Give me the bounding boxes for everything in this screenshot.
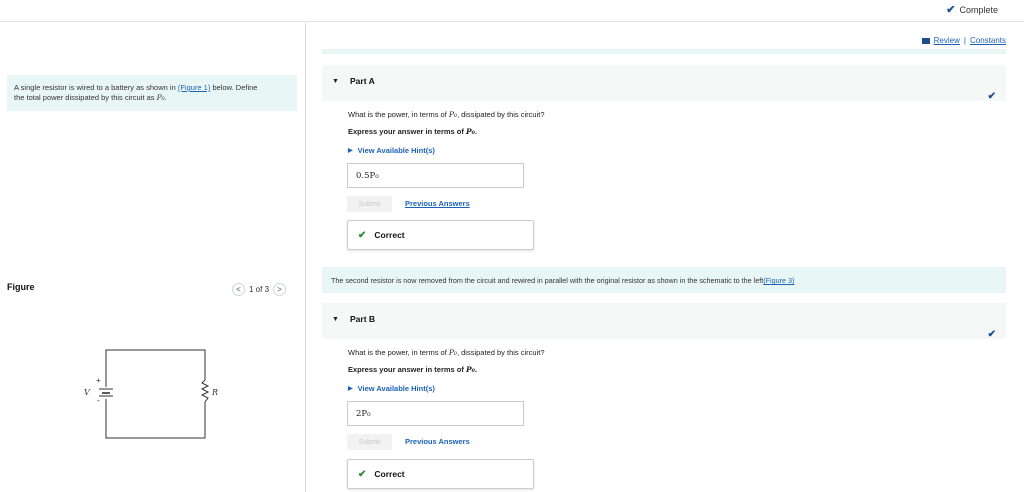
correct-check-icon: ✔ [358,229,367,241]
battery-minus: - [97,396,100,405]
constants-link[interactable]: Constants [970,36,1006,45]
question-suffix: , dissipated by this circuit? [456,348,545,357]
expand-triangle-icon: ▶ [348,386,353,392]
part-a-hints-toggle[interactable]: ▶ View Available Hint(s) [348,146,435,155]
pager-count: 1 of 3 [249,285,270,294]
review-link[interactable]: Review [934,36,960,45]
resistor-label: R [211,388,218,397]
expand-triangle-icon: ▶ [348,148,353,154]
toolbar-separator: | [963,36,966,45]
collapse-triangle-icon[interactable]: ▼ [332,78,339,85]
part-b-express: Express your answer in terms of P₀. [348,365,478,374]
completion-status-label: Complete [959,4,998,15]
express-prefix: Express your answer in terms of [348,365,464,374]
battery-plus: + [96,376,101,385]
part-b-submit-button[interactable]: Submit [347,434,392,450]
part-b-question: What is the power, in terms of P₀, dissi… [348,348,545,357]
figure-heading: Figure [7,282,35,292]
question-prefix: What is the power, in terms of [348,348,447,357]
p0-symbol: P₀ [156,93,165,102]
question-prefix: What is the power, in terms of [348,110,447,119]
part-b-previous-answers-link[interactable]: Previous Answers [405,437,470,446]
part-a-title: Part A [350,76,375,86]
p0-symbol: P₀ [465,127,475,136]
figure-3-link[interactable]: (Figure 3) [763,276,794,285]
figure-1-link[interactable]: (Figure 1) [178,83,211,92]
banner-text: The second resistor is now removed from … [331,276,764,285]
part-b-answer-field[interactable]: 2P₀ [347,401,524,426]
part-a-check-icon: ✔ [987,91,996,102]
question-suffix: , dissipated by this circuit? [456,110,545,119]
hint-label: View Available Hint(s) [357,146,435,155]
part-b-feedback: ✔ Correct [347,459,534,489]
part-a-question: What is the power, in terms of P₀, dissi… [348,110,545,119]
correct-label: Correct [374,230,405,240]
right-toolbar: Review | Constants [322,32,1006,54]
problem-intro: A single resistor is wired to a battery … [7,75,297,111]
review-constants: Review | Constants [921,36,1006,45]
p0-symbol: P₀ [448,110,457,119]
review-icon [921,37,930,44]
part-b-header[interactable]: ▼ Part B ✔ [322,303,1006,340]
p0-symbol: P₀ [465,365,475,374]
circuit-diagram: + - V R [84,349,218,439]
intro-text: A single resistor is wired to a battery … [14,83,176,92]
part-b-title: Part B [350,314,376,324]
part-b-hints-toggle[interactable]: ▶ View Available Hint(s) [348,384,435,393]
part-a-submit-button[interactable]: Submit [347,196,392,212]
info-banner: The second resistor is now removed from … [322,267,1006,293]
next-figure-button[interactable]: > [273,283,287,296]
check-icon: ✔ [946,4,956,16]
voltage-label: V [84,388,91,397]
intro-text-2: below. Define [212,83,258,92]
part-a-answer-field[interactable]: 0.5P₀ [347,163,524,188]
hint-label: View Available Hint(s) [357,384,435,393]
collapse-triangle-icon[interactable]: ▼ [332,316,339,323]
p0-symbol: P₀ [448,348,457,357]
correct-check-icon: ✔ [358,468,367,480]
previous-figure-button[interactable]: < [232,283,245,296]
intro-line-2: the total power dissipated by this circu… [14,93,155,102]
part-a-express: Express your answer in terms of P₀. [348,127,478,136]
figure-pager: < 1 of 3 > [232,283,287,296]
part-a-header[interactable]: ▼ Part A ✔ [322,65,1006,102]
panel-divider[interactable] [305,23,306,492]
part-a-feedback: ✔ Correct [347,220,534,250]
express-prefix: Express your answer in terms of [348,127,464,136]
part-a-previous-answers-link[interactable]: Previous Answers [405,199,470,208]
part-b-check-icon: ✔ [987,329,996,340]
correct-label: Correct [374,469,405,479]
completion-status: ✔ Complete [946,3,998,16]
top-bar: ✔ Complete [0,0,1024,22]
